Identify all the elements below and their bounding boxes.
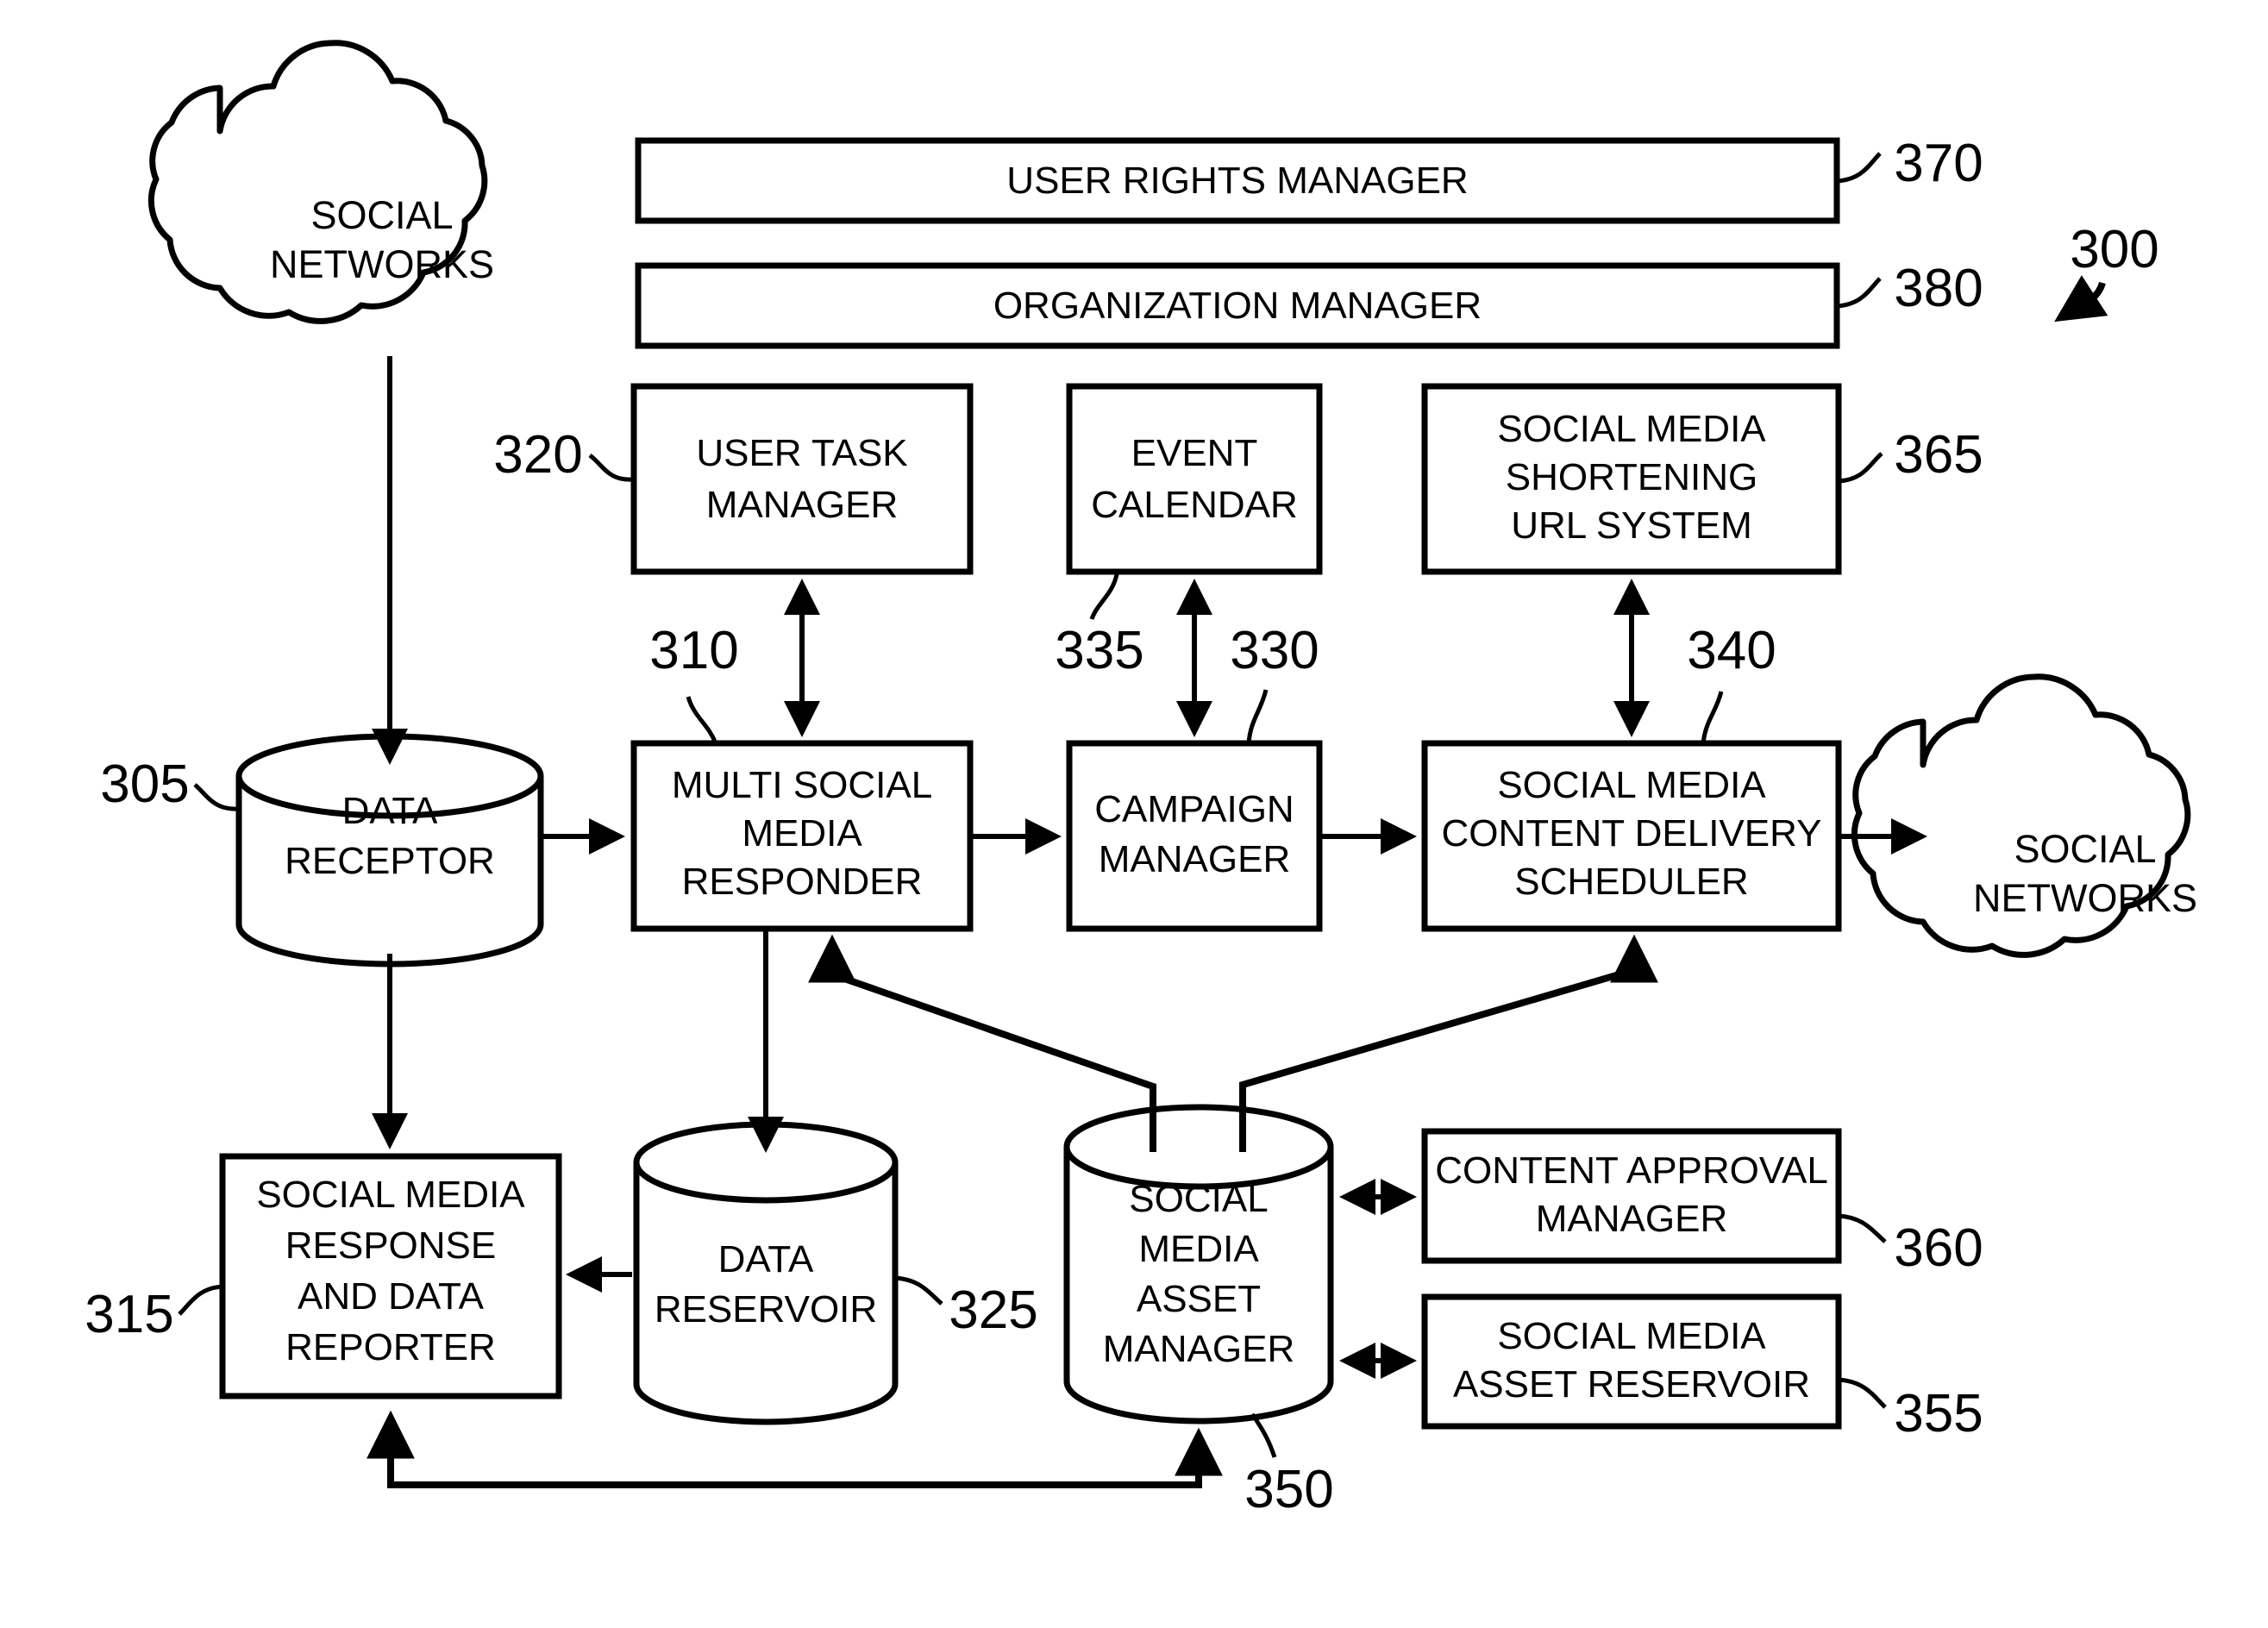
node-user-task-manager[interactable]: USER TASK MANAGER 320 <box>493 383 974 575</box>
cloud-social-networks-output: SOCIAL NETWORKS <box>1851 673 2197 958</box>
refnum-380: 380 <box>1894 259 1983 318</box>
data-reservoir-label-line2: RESERVOIR <box>655 1288 877 1331</box>
asset-manager-label-line2: MEDIA <box>1138 1228 1259 1270</box>
user-task-manager-label-line2: MANAGER <box>706 484 898 526</box>
responder-label-line2: MEDIA <box>742 812 862 855</box>
asset-manager-label-line4: MANAGER <box>1103 1328 1294 1370</box>
event-calendar-label-line1: EVENT <box>1131 432 1258 474</box>
event-calendar-label-line2: CALENDAR <box>1091 484 1298 526</box>
refnum-370: 370 <box>1894 134 1983 193</box>
node-data-receptor[interactable]: DATA RECEPTOR 305 <box>100 733 544 967</box>
refnum-330: 330 <box>1230 621 1319 680</box>
refnum-310: 310 <box>649 621 738 680</box>
refnum-320: 320 <box>493 425 582 485</box>
cloud-input-label-line2: NETWORKS <box>270 242 494 286</box>
refnum-340: 340 <box>1687 621 1776 680</box>
refnum-335: 335 <box>1055 621 1143 680</box>
refnum-355: 355 <box>1894 1384 1983 1443</box>
refnum-365: 365 <box>1894 425 1983 485</box>
data-receptor-label-line2: RECEPTOR <box>285 840 495 882</box>
reporter-label-line4: REPORTER <box>285 1326 496 1368</box>
reporter-label-line1: SOCIAL MEDIA <box>256 1174 525 1216</box>
cloud-output-label-line1: SOCIAL <box>2014 827 2156 871</box>
scheduler-label-line3: SCHEDULER <box>1514 861 1748 903</box>
approval-manager-label-line1: CONTENT APPROVAL <box>1435 1149 1828 1192</box>
node-shortening-url-system[interactable]: SOCIAL MEDIA SHORTENING URL SYSTEM 365 <box>1421 383 1983 575</box>
scheduler-label-line2: CONTENT DELIVERY <box>1442 812 1822 855</box>
diagram-canvas: SOCIAL NETWORKS SOCIAL NETWORKS USER RIG… <box>85 40 2197 1519</box>
shortening-url-label-line1: SOCIAL MEDIA <box>1497 408 1766 450</box>
node-social-media-asset-reservoir[interactable]: SOCIAL MEDIA ASSET RESERVOIR 355 <box>1421 1293 1983 1443</box>
user-rights-manager-label: USER RIGHTS MANAGER <box>1006 160 1468 202</box>
campaign-manager-label-line2: MANAGER <box>1099 838 1290 880</box>
cloud-social-networks-input: SOCIAL NETWORKS <box>147 40 494 324</box>
figure-reference-300: 300 <box>2054 220 2159 322</box>
asset-reservoir-label-line2: ASSET RESERVOIR <box>1453 1363 1810 1406</box>
asset-reservoir-label-line1: SOCIAL MEDIA <box>1497 1315 1766 1357</box>
shortening-url-label-line2: SHORTENING <box>1506 456 1758 498</box>
refnum-325: 325 <box>949 1280 1037 1340</box>
patent-figure-300: SOCIAL NETWORKS SOCIAL NETWORKS USER RIG… <box>0 0 2268 1628</box>
asset-manager-label-line3: ASSET <box>1137 1278 1261 1320</box>
refnum-350: 350 <box>1244 1460 1333 1519</box>
refnum-315: 315 <box>85 1285 173 1344</box>
asset-manager-label-line1: SOCIAL <box>1129 1178 1268 1220</box>
refnum-300: 300 <box>2070 220 2158 279</box>
reporter-label-line3: AND DATA <box>298 1275 485 1318</box>
refnum-360: 360 <box>1894 1218 1983 1278</box>
data-receptor-label-line1: DATA <box>342 790 438 832</box>
approval-manager-label-line2: MANAGER <box>1536 1198 1727 1240</box>
refnum-305: 305 <box>100 755 189 814</box>
node-organization-manager[interactable]: ORGANIZATION MANAGER 380 <box>635 259 1983 349</box>
organization-manager-label: ORGANIZATION MANAGER <box>993 285 1482 327</box>
node-data-reservoir[interactable]: DATA RESERVOIR 325 <box>633 1121 1038 1425</box>
reporter-label-line2: RESPONSE <box>285 1224 497 1267</box>
scheduler-label-line1: SOCIAL MEDIA <box>1497 764 1766 806</box>
user-task-manager-label-line1: USER TASK <box>696 432 907 474</box>
responder-label-line3: RESPONDER <box>682 861 923 903</box>
responder-label-line1: MULTI SOCIAL <box>672 764 932 806</box>
node-response-and-data-reporter[interactable]: SOCIAL MEDIA RESPONSE AND DATA REPORTER … <box>85 1153 562 1399</box>
node-user-rights-manager[interactable]: USER RIGHTS MANAGER 370 <box>635 134 1983 224</box>
cloud-input-label-line1: SOCIAL <box>310 193 453 237</box>
cloud-output-label-line2: NETWORKS <box>1973 876 2197 920</box>
campaign-manager-label-line1: CAMPAIGN <box>1094 788 1294 830</box>
data-reservoir-label-line1: DATA <box>718 1238 814 1280</box>
node-content-approval-manager[interactable]: CONTENT APPROVAL MANAGER 360 <box>1421 1128 1983 1278</box>
shortening-url-label-line3: URL SYSTEM <box>1511 504 1752 547</box>
edge-bottom-feedback-loop <box>367 1410 1223 1488</box>
